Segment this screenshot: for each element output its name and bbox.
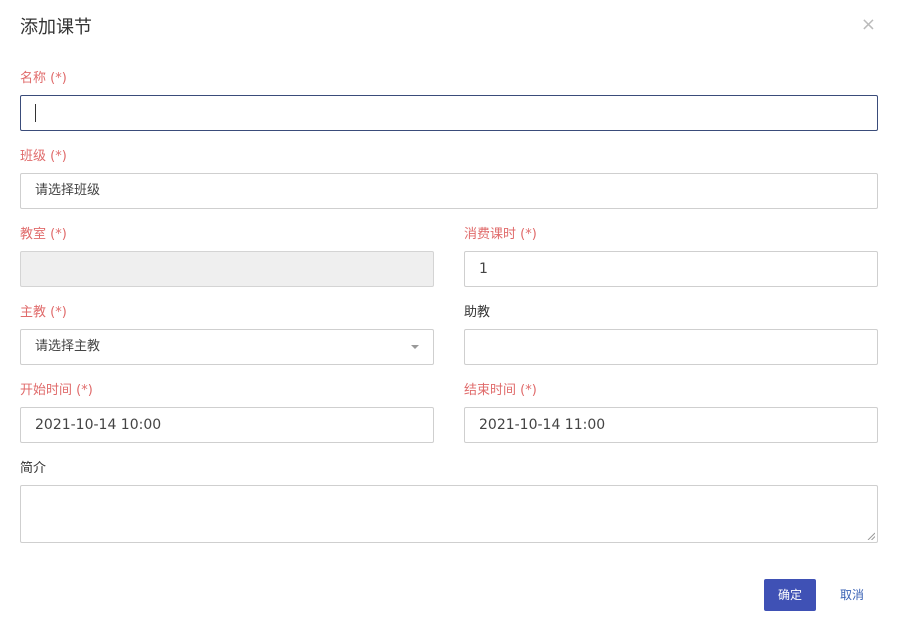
class-select[interactable]: 请选择班级 [20,173,878,209]
assistant-label: 助教 [464,305,491,320]
hours-input[interactable]: 1 [464,251,878,287]
start-time-input[interactable]: 2021-10-14 10:00 [20,407,434,443]
add-lesson-dialog: 添加课节 × 名称 (*) 班级 (*) 请选择班级 教室 (*) 消费课时 (… [0,0,898,631]
hours-label: 消费课时 (*) [464,227,537,242]
intro-label: 简介 [20,461,47,476]
end-time-input[interactable]: 2021-10-14 11:00 [464,407,878,443]
assistant-input[interactable] [464,329,878,365]
chevron-down-icon [411,345,419,349]
classroom-label: 教室 (*) [20,227,67,242]
start-time-label: 开始时间 (*) [20,383,93,398]
text-caret [35,104,36,122]
resize-handle-icon[interactable] [867,532,875,540]
end-time-label: 结束时间 (*) [464,383,537,398]
class-label: 班级 (*) [20,149,67,164]
name-label: 名称 (*) [20,71,67,86]
close-icon[interactable]: × [861,15,876,35]
teacher-label: 主教 (*) [20,305,67,320]
confirm-button[interactable]: 确定 [764,579,816,611]
dialog-title: 添加课节 [20,17,92,38]
intro-textarea[interactable] [20,485,878,543]
name-input[interactable] [20,95,878,131]
cancel-button[interactable]: 取消 [836,579,868,611]
teacher-select[interactable]: 请选择主教 [20,329,434,365]
teacher-select-value: 请选择主教 [35,339,101,354]
classroom-input[interactable] [20,251,434,287]
